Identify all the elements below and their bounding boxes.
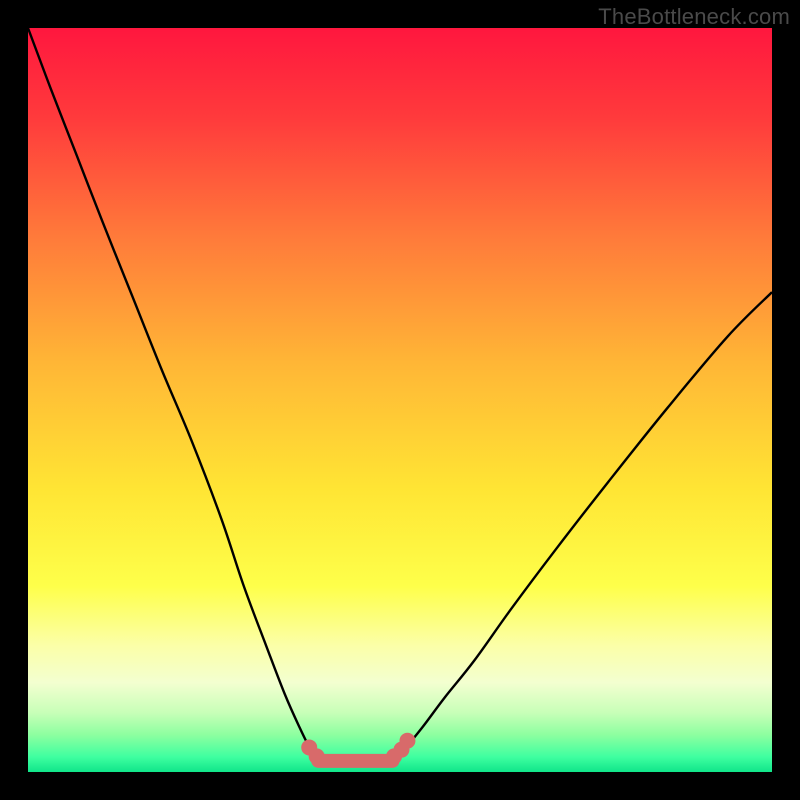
marker-dot — [399, 733, 415, 749]
curve-group — [28, 28, 772, 761]
marker-dot — [309, 748, 325, 764]
plot-area — [28, 28, 772, 772]
curve-right — [393, 292, 772, 758]
curve-left — [28, 28, 318, 759]
watermark-text: TheBottleneck.com — [598, 4, 790, 30]
chart-frame: TheBottleneck.com — [0, 0, 800, 800]
marker-group — [301, 733, 415, 765]
chart-svg — [28, 28, 772, 772]
